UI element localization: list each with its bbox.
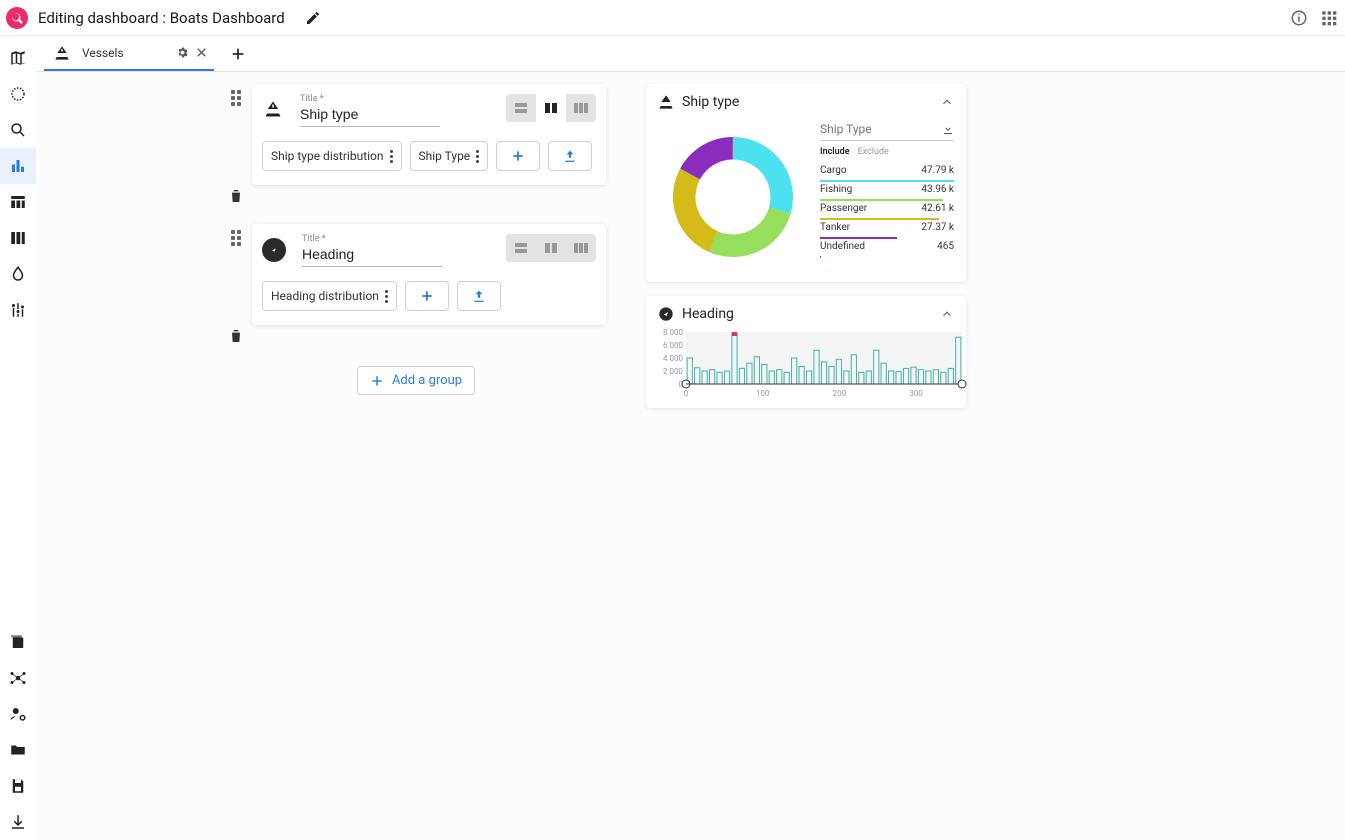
layout-three-col-icon[interactable] — [566, 234, 596, 262]
layout-toggle — [506, 234, 596, 262]
layout-toggle — [506, 94, 596, 122]
sidebar-save-icon[interactable] — [0, 768, 36, 804]
widget-chip[interactable]: Ship Type — [410, 141, 489, 171]
info-icon[interactable] — [1289, 8, 1309, 28]
svg-text:4 000: 4 000 — [663, 354, 683, 363]
tab-vessels[interactable]: Vessels — [44, 36, 214, 71]
left-sidebar — [0, 36, 36, 840]
sidebar-graph-icon[interactable] — [0, 660, 36, 696]
title-field-label: Title * — [302, 234, 490, 244]
svg-text:300: 300 — [909, 389, 923, 398]
edit-title-icon[interactable] — [303, 8, 323, 28]
dashboard-tabs: Vessels — [36, 36, 1345, 72]
legend-item[interactable]: Undefined465 — [820, 239, 954, 258]
sidebar-dashboard-icon[interactable] — [0, 148, 36, 184]
more-vert-icon[interactable] — [385, 290, 388, 303]
compass-icon — [262, 238, 286, 262]
app-logo — [6, 7, 28, 29]
layout-one-col-icon[interactable] — [506, 234, 536, 262]
svg-text:0: 0 — [684, 389, 689, 398]
upload-widget-button[interactable] — [548, 141, 592, 171]
group-title-input[interactable] — [300, 104, 440, 127]
tab-close-icon[interactable] — [195, 46, 208, 59]
add-widget-button[interactable] — [496, 141, 540, 171]
group-card-ship-type: Title * Ship type distribution Sh — [252, 84, 606, 185]
group-title-input[interactable] — [302, 244, 442, 267]
boat-icon — [262, 98, 284, 120]
apps-grid-icon[interactable] — [1319, 8, 1339, 28]
group-card-heading: Title * Heading distribution — [252, 224, 606, 325]
upload-widget-button[interactable] — [457, 281, 501, 311]
sidebar-download-icon[interactable] — [0, 804, 36, 840]
sidebar-drop-icon[interactable] — [0, 256, 36, 292]
svg-text:8 000: 8 000 — [663, 328, 683, 337]
download-icon[interactable] — [942, 123, 954, 135]
svg-text:200: 200 — [833, 389, 847, 398]
preview-panel-ship-type: Ship type Ship Type — [646, 84, 966, 282]
drag-handle-icon[interactable] — [231, 230, 241, 246]
sidebar-search-icon[interactable] — [0, 112, 36, 148]
sidebar-sliders-icon[interactable] — [0, 292, 36, 328]
layout-two-col-icon[interactable] — [536, 234, 566, 262]
legend-item[interactable]: Passenger42.61 k — [820, 201, 954, 220]
widget-chip[interactable]: Heading distribution — [262, 281, 397, 311]
collapse-icon[interactable] — [940, 307, 954, 321]
add-group-button[interactable]: Add a group — [357, 366, 475, 395]
sidebar-time-icon[interactable] — [0, 76, 36, 112]
legend-item[interactable]: Cargo47.79 k — [820, 163, 954, 182]
compass-icon — [658, 306, 674, 322]
more-vert-icon[interactable] — [476, 150, 479, 163]
page-title: Editing dashboard : Boats Dashboard — [38, 9, 285, 27]
delete-card-icon[interactable] — [228, 188, 244, 204]
sidebar-table-icon[interactable] — [0, 184, 36, 220]
donut-chart — [658, 122, 808, 272]
sidebar-user-settings-icon[interactable] — [0, 696, 36, 732]
svg-text:100: 100 — [756, 389, 770, 398]
svg-text:2 000: 2 000 — [663, 367, 683, 376]
sidebar-folder-icon[interactable] — [0, 732, 36, 768]
tab-settings-icon[interactable] — [176, 46, 189, 59]
legend-item[interactable]: Fishing43.96 k — [820, 182, 954, 201]
legend-tab-exclude[interactable]: Exclude — [858, 147, 889, 157]
layout-three-col-icon[interactable] — [566, 94, 596, 122]
add-tab-button[interactable] — [220, 36, 256, 72]
add-widget-button[interactable] — [405, 281, 449, 311]
chip-label: Ship Type — [419, 149, 471, 163]
chip-label: Ship type distribution — [271, 149, 384, 163]
sidebar-map-icon[interactable] — [0, 40, 36, 76]
heading-bar-chart: 02 0004 0006 0008 0000100200300 — [658, 322, 954, 398]
drag-handle-icon[interactable] — [231, 90, 241, 106]
preview-panel-heading: Heading 02 0004 0006 0008 0000100200300 — [646, 296, 966, 408]
layout-one-col-icon[interactable] — [506, 94, 536, 122]
legend-tab-include[interactable]: Include — [820, 147, 850, 157]
legend-item[interactable]: Tanker27.37 k — [820, 220, 954, 239]
collapse-icon[interactable] — [940, 95, 954, 109]
title-field-label: Title * — [300, 94, 490, 104]
panel-title: Heading — [682, 306, 932, 322]
widget-chip[interactable]: Ship type distribution — [262, 141, 402, 171]
delete-card-icon[interactable] — [228, 328, 244, 344]
svg-text:6 000: 6 000 — [663, 341, 683, 350]
sidebar-library-icon[interactable] — [0, 624, 36, 660]
tab-label: Vessels — [82, 46, 124, 60]
sidebar-columns-icon[interactable] — [0, 220, 36, 256]
more-vert-icon[interactable] — [390, 150, 393, 163]
chip-label: Heading distribution — [271, 289, 379, 303]
add-group-label: Add a group — [392, 373, 462, 388]
boat-icon — [658, 94, 674, 110]
legend-title: Ship Type — [820, 122, 872, 136]
boat-icon — [54, 45, 70, 61]
panel-title: Ship type — [682, 94, 932, 110]
layout-two-col-icon[interactable] — [536, 94, 566, 122]
